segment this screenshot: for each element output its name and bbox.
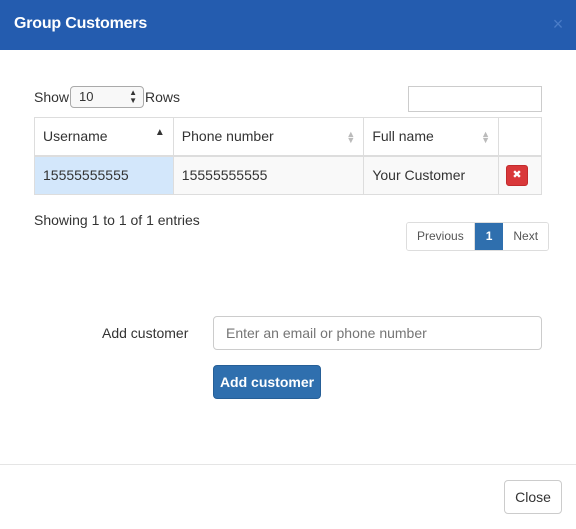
modal-header: Group Customers × bbox=[0, 0, 576, 50]
sort-both-icon: ▲ ▼ bbox=[346, 129, 356, 145]
rows-label: Rows bbox=[145, 89, 181, 105]
pagination-page-current[interactable]: 1 bbox=[474, 223, 504, 250]
cell-username: 15555555555 bbox=[34, 155, 174, 195]
column-header-phone-number[interactable]: Phone number ▲ ▼ bbox=[172, 117, 365, 157]
pagination: Previous 1 Next bbox=[406, 222, 550, 251]
table-header-row: Username ▲ Phone number ▲ ▼ Full name ▲ ▼ bbox=[34, 117, 542, 157]
footer-divider bbox=[0, 464, 576, 465]
table-info: Showing 1 to 1 of 1 entries bbox=[34, 212, 200, 228]
column-header-username[interactable]: Username ▲ bbox=[34, 117, 174, 157]
cell-actions: ✖ bbox=[498, 155, 542, 195]
sort-asc-icon: ▲ bbox=[154, 127, 165, 138]
page-length-value: 10 bbox=[79, 89, 94, 104]
customers-table: Username ▲ Phone number ▲ ▼ Full name ▲ ▼ … bbox=[34, 117, 542, 195]
column-header-full-name[interactable]: Full name ▲ ▼ bbox=[363, 117, 499, 157]
page-length-select[interactable]: 10 ▲ ▼ bbox=[70, 86, 145, 108]
pagination-previous[interactable]: Previous bbox=[407, 223, 475, 250]
remove-icon: ✖ bbox=[512, 168, 522, 181]
add-customer-label: Add customer bbox=[102, 325, 189, 341]
cell-full-name: Your Customer bbox=[363, 155, 499, 195]
pagination-next[interactable]: Next bbox=[503, 223, 549, 250]
column-header-actions bbox=[498, 117, 542, 157]
modal-title: Group Customers bbox=[14, 15, 148, 32]
show-label: Show bbox=[34, 89, 70, 105]
close-button[interactable]: Close bbox=[504, 480, 562, 514]
page-length-control: Show 10 ▲ ▼ Rows bbox=[34, 86, 180, 108]
table-search-input[interactable] bbox=[408, 86, 542, 112]
remove-customer-button[interactable]: ✖ bbox=[506, 164, 528, 186]
sort-both-icon: ▲ ▼ bbox=[481, 129, 490, 145]
add-customer-button[interactable]: Add customer bbox=[213, 365, 321, 399]
close-icon[interactable]: × bbox=[550, 12, 566, 36]
cell-phone: 15555555555 bbox=[172, 155, 365, 195]
select-arrows-icon: ▲ ▼ bbox=[129, 88, 138, 105]
add-customer-input[interactable] bbox=[213, 316, 542, 350]
table-row: 15555555555 15555555555 Your Customer ✖ bbox=[34, 155, 542, 195]
